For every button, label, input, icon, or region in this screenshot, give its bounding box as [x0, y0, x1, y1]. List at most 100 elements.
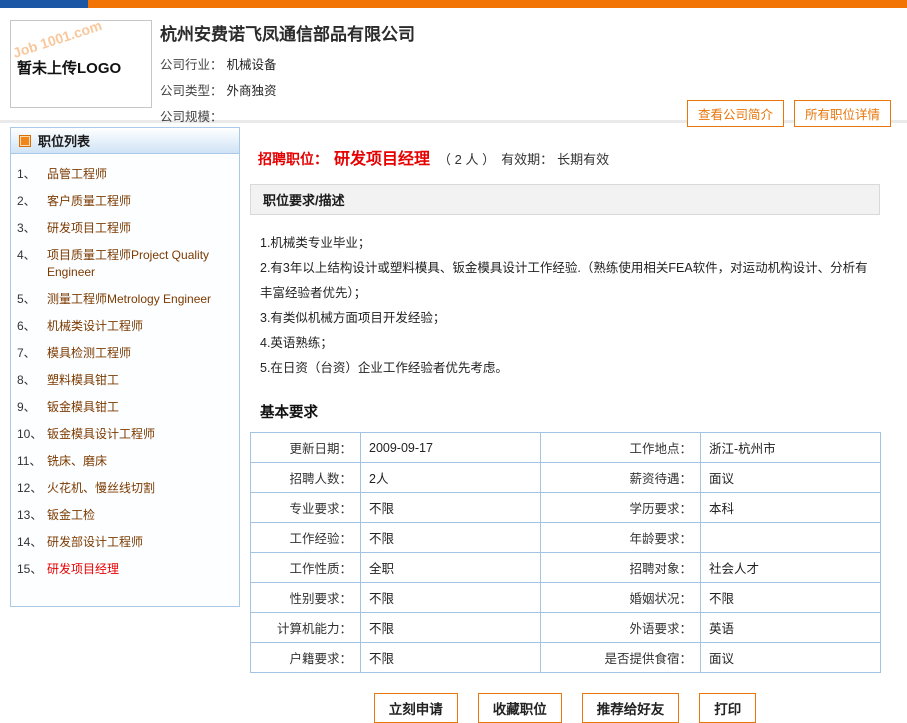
row-label: 学历要求：	[541, 493, 701, 523]
all-jobs-detail-button[interactable]: 所有职位详情	[794, 100, 891, 127]
row-value: 不限	[361, 583, 541, 613]
job-item-link[interactable]: 研发项目经理	[47, 561, 119, 578]
field-value: 外商独资	[227, 84, 277, 98]
table-row: 工作性质： 全职 招聘对象： 社会人才	[251, 553, 881, 583]
job-list: 1、品管工程师 2、客户质量工程师 3、研发项目工程师 4、项目质量工程师Pro…	[11, 154, 239, 578]
row-label: 计算机能力：	[251, 613, 361, 643]
sidebar-job-item[interactable]: 12、火花机、慢丝线切割	[17, 480, 233, 497]
job-description: 1.机械类专业毕业； 2.有3年以上结构设计或塑料模具、钣金模具设计工作经验.（…	[250, 215, 880, 385]
sidebar-job-item[interactable]: 11、铣床、磨床	[17, 453, 233, 470]
job-item-number: 15、	[17, 561, 47, 578]
job-item-link[interactable]: 机械类设计工程师	[47, 318, 143, 335]
field-label: 公司类型：	[160, 84, 223, 98]
row-value: 2009-09-17	[361, 433, 541, 463]
row-label: 专业要求：	[251, 493, 361, 523]
job-item-link[interactable]: 研发部设计工程师	[47, 534, 143, 551]
save-job-button[interactable]: 收藏职位	[478, 693, 562, 723]
apply-now-button[interactable]: 立刻申请	[374, 693, 458, 723]
job-detail-panel: 招聘职位： 研发项目经理 （ 2 人 ） 有效期： 长期有效 职位要求/描述 1…	[250, 127, 880, 723]
job-item-number: 2、	[17, 193, 47, 210]
row-label: 户籍要求：	[251, 643, 361, 673]
sidebar-job-item[interactable]: 8、塑料模具钳工	[17, 372, 233, 389]
job-item-number: 13、	[17, 507, 47, 524]
job-item-link[interactable]: 钣金工检	[47, 507, 95, 524]
basic-requirements-table: 更新日期： 2009-09-17 工作地点： 浙江-杭州市 招聘人数： 2人 薪…	[250, 432, 881, 673]
job-list-header: 职位列表	[11, 128, 239, 154]
job-headcount: （ 2 人 ）	[438, 149, 495, 168]
company-type-row: 公司类型： 外商独资	[160, 78, 277, 104]
company-logo-placeholder: Job 1001.com 暂未上传LOGO	[10, 20, 152, 108]
field-label: 公司行业：	[160, 58, 223, 72]
row-label: 招聘人数：	[251, 463, 361, 493]
row-value: 不限	[701, 583, 881, 613]
company-industry-row: 公司行业：机械设备	[160, 52, 277, 78]
row-value: 本科	[701, 493, 881, 523]
job-item-link[interactable]: 铣床、磨床	[47, 453, 107, 470]
row-value	[701, 523, 881, 553]
print-button[interactable]: 打印	[699, 693, 756, 723]
job-item-link[interactable]: 客户质量工程师	[47, 193, 131, 210]
description-line: 1.机械类专业毕业；	[260, 231, 876, 256]
row-label: 是否提供食宿：	[541, 643, 701, 673]
job-item-number: 10、	[17, 426, 47, 443]
job-item-link[interactable]: 塑料模具钳工	[47, 372, 119, 389]
company-fields: 公司行业：机械设备 公司类型：外商独资 公司规模：	[160, 52, 277, 130]
job-item-link[interactable]: 火花机、慢丝线切割	[47, 480, 155, 497]
job-item-number: 14、	[17, 534, 47, 551]
row-label: 招聘对象：	[541, 553, 701, 583]
row-label: 工作地点：	[541, 433, 701, 463]
watermark-text: Job 1001.com	[11, 20, 104, 61]
sidebar-job-item-active[interactable]: 15、研发项目经理	[17, 561, 233, 578]
job-item-number: 1、	[17, 166, 47, 183]
sidebar-job-item[interactable]: 4、项目质量工程师Project Quality Engineer	[17, 247, 233, 281]
job-item-link[interactable]: 测量工程师Metrology Engineer	[47, 291, 211, 308]
section-title-basic: 基本要求	[260, 401, 880, 422]
row-value: 不限	[361, 643, 541, 673]
job-item-link[interactable]: 项目质量工程师Project Quality Engineer	[47, 247, 233, 281]
description-line: 2.有3年以上结构设计或塑料模具、钣金模具设计工作经验.（熟练使用相关FEA软件…	[260, 256, 876, 306]
sidebar-job-item[interactable]: 3、研发项目工程师	[17, 220, 233, 237]
list-icon	[19, 135, 31, 147]
sidebar-job-item[interactable]: 10、钣金模具设计工程师	[17, 426, 233, 443]
view-company-profile-button[interactable]: 查看公司简介	[687, 100, 784, 127]
validity-value: 长期有效	[557, 149, 609, 168]
sidebar-job-item[interactable]: 7、模具检测工程师	[17, 345, 233, 362]
row-value: 不限	[361, 493, 541, 523]
job-item-link[interactable]: 钣金模具设计工程师	[47, 426, 155, 443]
sidebar-job-item[interactable]: 1、品管工程师	[17, 166, 233, 183]
row-value: 不限	[361, 613, 541, 643]
description-line: 5.在日资（台资）企业工作经验者优先考虑。	[260, 356, 876, 381]
recommend-to-friend-button[interactable]: 推荐给好友	[582, 693, 680, 723]
job-item-number: 6、	[17, 318, 47, 335]
table-row: 性别要求： 不限 婚姻状况： 不限	[251, 583, 881, 613]
job-list-title: 职位列表	[38, 131, 90, 150]
job-header-line: 招聘职位： 研发项目经理 （ 2 人 ） 有效期： 长期有效	[258, 145, 880, 169]
job-item-number: 5、	[17, 291, 47, 308]
row-value: 面议	[701, 463, 881, 493]
job-item-number: 8、	[17, 372, 47, 389]
table-row: 户籍要求： 不限 是否提供食宿： 面议	[251, 643, 881, 673]
row-value: 全职	[361, 553, 541, 583]
job-item-link[interactable]: 品管工程师	[47, 166, 107, 183]
job-item-link[interactable]: 钣金模具钳工	[47, 399, 119, 416]
sidebar-job-item[interactable]: 6、机械类设计工程师	[17, 318, 233, 335]
action-buttons: 立刻申请 收藏职位 推荐给好友 打印	[250, 693, 880, 723]
sidebar-job-item[interactable]: 13、钣金工检	[17, 507, 233, 524]
row-label: 外语要求：	[541, 613, 701, 643]
job-item-link[interactable]: 模具检测工程师	[47, 345, 131, 362]
table-row: 工作经验： 不限 年龄要求：	[251, 523, 881, 553]
job-item-number: 9、	[17, 399, 47, 416]
job-item-link[interactable]: 研发项目工程师	[47, 220, 131, 237]
header-buttons: 查看公司简介 所有职位详情	[687, 100, 891, 127]
table-row: 更新日期： 2009-09-17 工作地点： 浙江-杭州市	[251, 433, 881, 463]
sidebar-job-item[interactable]: 9、钣金模具钳工	[17, 399, 233, 416]
row-value: 2人	[361, 463, 541, 493]
sidebar-job-item[interactable]: 2、客户质量工程师	[17, 193, 233, 210]
sidebar-job-item[interactable]: 5、测量工程师Metrology Engineer	[17, 291, 233, 308]
row-value: 英语	[701, 613, 881, 643]
sidebar-job-item[interactable]: 14、研发部设计工程师	[17, 534, 233, 551]
table-row: 招聘人数： 2人 薪资待遇： 面议	[251, 463, 881, 493]
job-title: 研发项目经理	[334, 145, 430, 169]
description-line: 3.有类似机械方面项目开发经验；	[260, 306, 876, 331]
validity-label: 有效期：	[501, 149, 553, 168]
